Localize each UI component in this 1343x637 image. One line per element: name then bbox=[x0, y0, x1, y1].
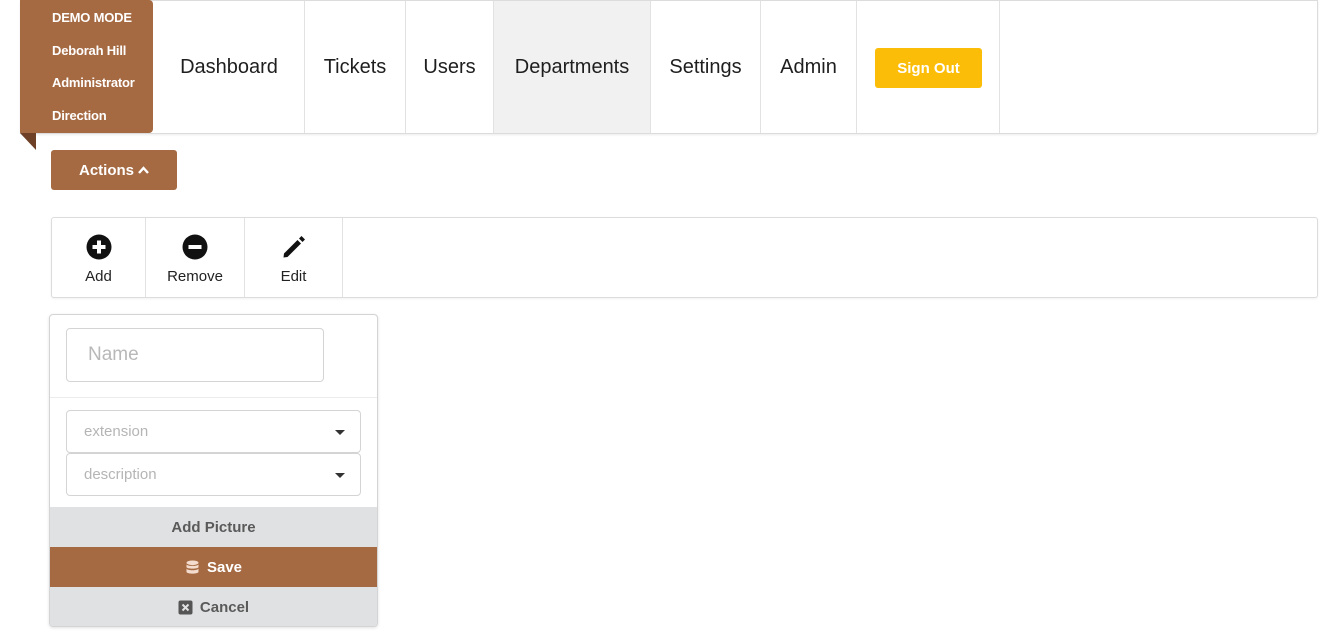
nav-users[interactable]: Users bbox=[406, 1, 494, 133]
cancel-label: Cancel bbox=[199, 598, 250, 616]
dropdown-caret-icon bbox=[335, 430, 345, 435]
demo-mode-label: DEMO MODE bbox=[52, 10, 132, 25]
description-select[interactable]: description bbox=[66, 453, 361, 496]
dropdown-caret-icon bbox=[335, 473, 345, 478]
nav-settings-label: Settings bbox=[669, 55, 742, 78]
nav-admin-label: Admin bbox=[780, 55, 837, 78]
plus-circle-icon bbox=[86, 234, 111, 260]
description-placeholder: description bbox=[84, 466, 157, 483]
nav-dashboard-label: Dashboard bbox=[180, 55, 278, 78]
form-divider bbox=[50, 397, 377, 398]
add-label: Add bbox=[85, 268, 112, 285]
nav-dashboard[interactable]: Dashboard bbox=[154, 1, 305, 133]
nav-admin[interactable]: Admin bbox=[761, 1, 857, 133]
edit-button[interactable]: Edit bbox=[245, 218, 343, 297]
add-picture-label: Add Picture bbox=[171, 518, 256, 536]
user-role: Administrator bbox=[52, 75, 135, 90]
action-toolbar: Add Remove Edit bbox=[51, 217, 1318, 298]
nav-tickets-label: Tickets bbox=[323, 55, 387, 78]
extension-placeholder: extension bbox=[84, 423, 149, 440]
add-picture-button[interactable]: Add Picture bbox=[50, 507, 377, 547]
nav-tickets[interactable]: Tickets bbox=[305, 1, 406, 133]
minus-circle-icon bbox=[182, 234, 208, 260]
actions-label: Actions bbox=[78, 161, 134, 179]
sign-out-container: Sign Out bbox=[857, 1, 1000, 133]
nav-settings[interactable]: Settings bbox=[651, 1, 761, 133]
pencil-icon bbox=[283, 236, 305, 258]
database-icon bbox=[186, 560, 199, 574]
edit-label: Edit bbox=[280, 268, 307, 285]
actions-button[interactable]: Actions bbox=[51, 150, 177, 190]
ribbon-fold bbox=[20, 133, 36, 150]
nav-departments[interactable]: Departments bbox=[494, 1, 651, 133]
user-department: Direction bbox=[52, 107, 107, 123]
department-form: Name extension description Add Picture S… bbox=[49, 314, 378, 627]
name-input[interactable]: Name bbox=[66, 328, 324, 382]
save-label: Save bbox=[206, 558, 243, 576]
nav-departments-label: Departments bbox=[514, 55, 630, 78]
user-ribbon: DEMO MODE Deborah Hill Administrator Dir… bbox=[20, 0, 153, 133]
close-box-icon bbox=[178, 600, 193, 614]
user-name: Deborah Hill bbox=[52, 42, 127, 58]
chevron-up-icon bbox=[138, 166, 149, 174]
add-button[interactable]: Add bbox=[52, 218, 146, 297]
remove-button[interactable]: Remove bbox=[146, 218, 245, 297]
extension-select[interactable]: extension bbox=[66, 410, 361, 453]
sign-out-button[interactable]: Sign Out bbox=[875, 48, 982, 88]
save-button[interactable]: Save bbox=[50, 547, 377, 587]
nav-users-label: Users bbox=[423, 55, 476, 78]
cancel-button[interactable]: Cancel bbox=[50, 587, 377, 626]
remove-label: Remove bbox=[167, 268, 223, 285]
top-navigation: Dashboard Tickets Users Departments Sett… bbox=[20, 0, 1318, 134]
